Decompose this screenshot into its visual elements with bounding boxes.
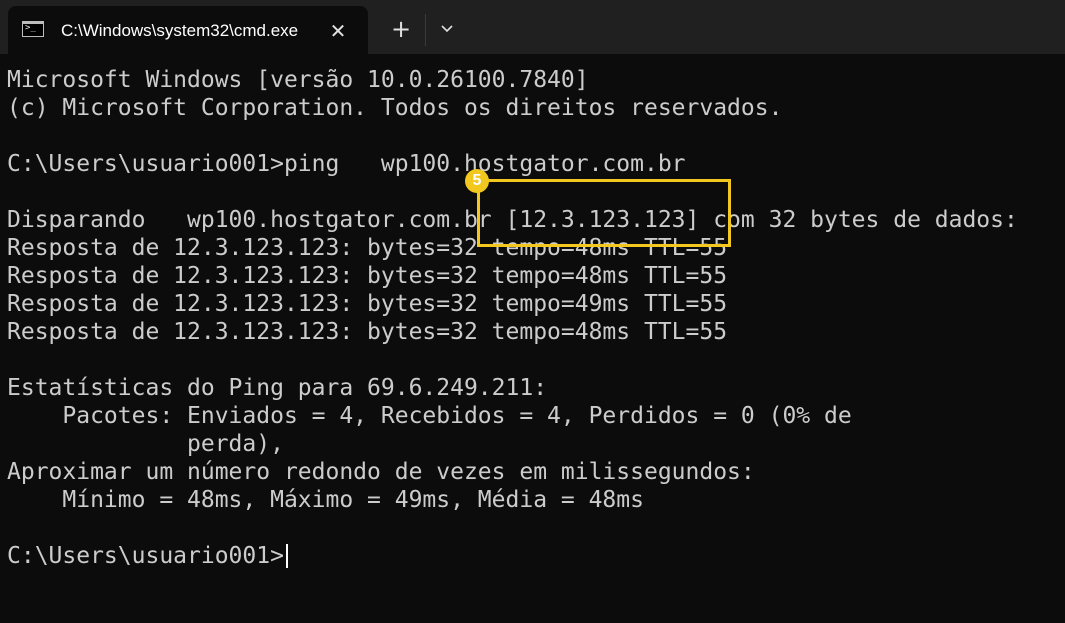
highlight-box	[477, 179, 731, 247]
tab-cmd[interactable]: >_ C:\Windows\system32\cmd.exe ✕	[8, 6, 368, 54]
console-line: Resposta de 12.3.123.123: bytes=32 tempo…	[7, 291, 728, 317]
prompt-line[interactable]: C:\Users\usuario001>	[7, 542, 1057, 570]
console-output[interactable]: Microsoft Windows [versão 10.0.26100.784…	[7, 66, 1057, 570]
console-line: Resposta de 12.3.123.123: bytes=32 tempo…	[7, 263, 728, 289]
console-line: Aproximar um número redondo de vezes em …	[7, 459, 755, 485]
console-line: Resposta de 12.3.123.123: bytes=32 tempo…	[7, 319, 728, 345]
text-cursor	[285, 544, 288, 568]
console-line: C:\Users\usuario001>ping wp100.hostgator…	[7, 151, 686, 177]
prompt-text: C:\Users\usuario001>	[7, 543, 284, 569]
console-line: Pacotes: Enviados = 4, Recebidos = 4, Pe…	[7, 403, 852, 429]
tab-divider	[425, 14, 426, 46]
console-line: Estatísticas do Ping para 69.6.249.211:	[7, 375, 548, 401]
console-line: Mínimo = 48ms, Máximo = 49ms, Média = 48…	[7, 487, 644, 513]
terminal-window: >_ C:\Windows\system32\cmd.exe ✕ + Micro…	[0, 0, 1065, 623]
console-line: Microsoft Windows [versão 10.0.26100.784…	[7, 67, 589, 93]
cmd-icon: >_	[22, 21, 44, 37]
close-icon[interactable]: ✕	[325, 18, 351, 44]
chevron-down-icon[interactable]	[434, 16, 460, 42]
new-tab-button[interactable]: +	[386, 14, 416, 44]
tab-title: C:\Windows\system32\cmd.exe	[61, 21, 299, 40]
console-line: perda),	[7, 431, 284, 457]
step-badge: 5	[465, 169, 489, 193]
console-line: (c) Microsoft Corporation. Todos os dire…	[7, 95, 783, 121]
tab-bar: >_ C:\Windows\system32\cmd.exe ✕ +	[0, 0, 1065, 54]
